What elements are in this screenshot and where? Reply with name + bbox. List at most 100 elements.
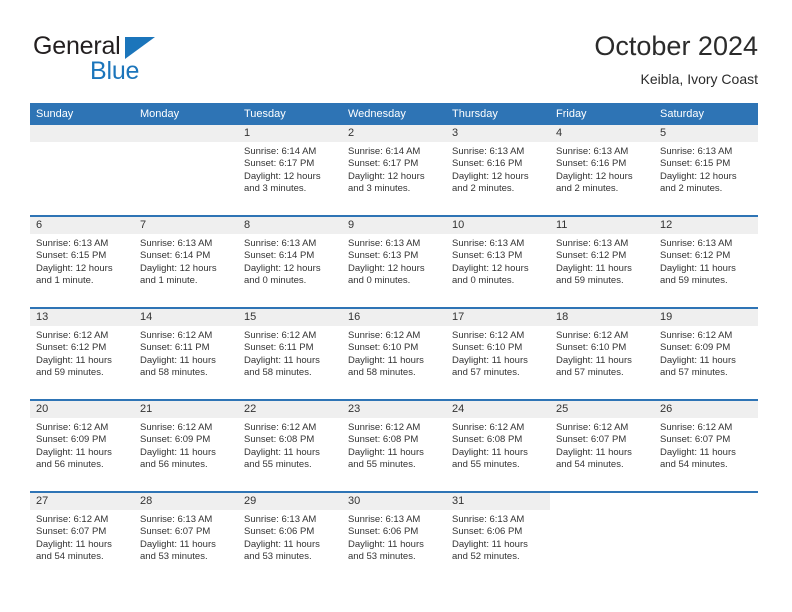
day-cell[interactable]: Sunrise: 6:13 AM Sunset: 6:12 PM Daylight:…	[654, 234, 758, 307]
day-cell[interactable]: Sunrise: 6:13 AM Sunset: 6:13 PM Daylight:…	[446, 234, 550, 307]
day-cell[interactable]: Sunrise: 6:13 AM Sunset: 6:06 PM Daylight:…	[342, 510, 446, 583]
day-number[interactable]: 11	[550, 217, 654, 234]
day-cell[interactable]: Sunrise: 6:12 AM Sunset: 6:12 PM Daylight:…	[30, 326, 134, 399]
day-cell[interactable]: Sunrise: 6:13 AM Sunset: 6:16 PM Daylight:…	[446, 142, 550, 215]
day-number-empty	[654, 493, 758, 510]
day-number[interactable]: 31	[446, 493, 550, 510]
sunset-text: Sunset: 6:10 PM	[556, 342, 627, 354]
day-cell[interactable]: Sunrise: 6:12 AM Sunset: 6:07 PM Daylight:…	[654, 418, 758, 491]
daylight-text: Daylight: 11 hours and 57 minutes.	[556, 354, 632, 379]
day-cell[interactable]: Sunrise: 6:14 AM Sunset: 6:17 PM Daylight:…	[238, 142, 342, 215]
day-number[interactable]: 7	[134, 217, 238, 234]
day-number[interactable]: 27	[30, 493, 134, 510]
sunrise-text: Sunrise: 6:12 AM	[140, 330, 213, 341]
day-cell[interactable]: Sunrise: 6:12 AM Sunset: 6:10 PM Daylight:…	[446, 326, 550, 399]
sunset-text: Sunset: 6:12 PM	[36, 342, 107, 354]
day-number[interactable]: 8	[238, 217, 342, 234]
sunrise-text: Sunrise: 6:12 AM	[36, 422, 109, 433]
daylight-text: Daylight: 11 hours and 59 minutes.	[556, 262, 632, 287]
day-cell[interactable]: Sunrise: 6:13 AM Sunset: 6:13 PM Daylight:…	[342, 234, 446, 307]
weekday-header-saturday: Saturday	[660, 108, 705, 120]
day-number[interactable]: 5	[654, 125, 758, 142]
day-detail-band: Sunrise: 6:13 AM Sunset: 6:15 PM Daylight:…	[30, 234, 758, 307]
daylight-text: Daylight: 11 hours and 55 minutes.	[348, 446, 424, 471]
day-number[interactable]: 15	[238, 309, 342, 326]
day-cell[interactable]: Sunrise: 6:13 AM Sunset: 6:15 PM Daylight:…	[30, 234, 134, 307]
day-number[interactable]: 28	[134, 493, 238, 510]
day-number[interactable]: 6	[30, 217, 134, 234]
sunset-text: Sunset: 6:09 PM	[140, 434, 211, 446]
day-cell[interactable]: Sunrise: 6:12 AM Sunset: 6:08 PM Daylight:…	[446, 418, 550, 491]
day-number-empty	[550, 493, 654, 510]
calendar-week-row: 27 28 29 30 31 Sunrise: 6:12 AM Sunset: 6:07 P…	[30, 491, 758, 583]
sunset-text: Sunset: 6:15 PM	[660, 158, 731, 170]
day-cell[interactable]: Sunrise: 6:13 AM Sunset: 6:06 PM Daylight:…	[238, 510, 342, 583]
weekday-header-monday: Monday	[140, 108, 180, 120]
day-cell[interactable]: Sunrise: 6:12 AM Sunset: 6:09 PM Daylight:…	[30, 418, 134, 491]
day-cell[interactable]: Sunrise: 6:13 AM Sunset: 6:15 PM Daylight:…	[654, 142, 758, 215]
sunset-text: Sunset: 6:08 PM	[452, 434, 523, 446]
day-number[interactable]: 17	[446, 309, 550, 326]
day-cell[interactable]: Sunrise: 6:12 AM Sunset: 6:11 PM Daylight:…	[134, 326, 238, 399]
daylight-text: Daylight: 11 hours and 52 minutes.	[452, 538, 528, 563]
day-number[interactable]: 14	[134, 309, 238, 326]
sunrise-text: Sunrise: 6:12 AM	[348, 422, 421, 433]
sunrise-text: Sunrise: 6:13 AM	[452, 514, 525, 525]
day-number[interactable]: 21	[134, 401, 238, 418]
day-number[interactable]: 3	[446, 125, 550, 142]
day-cell[interactable]: Sunrise: 6:12 AM Sunset: 6:09 PM Daylight:…	[654, 326, 758, 399]
day-cell[interactable]: Sunrise: 6:12 AM Sunset: 6:09 PM Daylight:…	[134, 418, 238, 491]
day-cell[interactable]: Sunrise: 6:13 AM Sunset: 6:07 PM Daylight:…	[134, 510, 238, 583]
general-blue-logo[interactable]: General Blue	[33, 34, 243, 88]
day-number[interactable]: 23	[342, 401, 446, 418]
page-subtitle: Keibla, Ivory Coast	[640, 71, 759, 87]
weekday-header-tuesday: Tuesday	[244, 108, 286, 120]
daylight-text: Daylight: 12 hours and 0 minutes.	[348, 262, 425, 287]
sunrise-text: Sunrise: 6:12 AM	[556, 422, 629, 433]
sunrise-text: Sunrise: 6:12 AM	[36, 330, 109, 341]
day-cell[interactable]: Sunrise: 6:13 AM Sunset: 6:16 PM Daylight:…	[550, 142, 654, 215]
day-number[interactable]: 26	[654, 401, 758, 418]
day-number[interactable]: 12	[654, 217, 758, 234]
day-detail-band: Sunrise: 6:12 AM Sunset: 6:07 PM Daylight:…	[30, 510, 758, 583]
sunset-text: Sunset: 6:09 PM	[36, 434, 107, 446]
day-number[interactable]: 20	[30, 401, 134, 418]
sunset-text: Sunset: 6:06 PM	[244, 526, 315, 538]
day-cell[interactable]: Sunrise: 6:12 AM Sunset: 6:08 PM Daylight:…	[342, 418, 446, 491]
sunrise-text: Sunrise: 6:13 AM	[140, 238, 213, 249]
day-number[interactable]: 4	[550, 125, 654, 142]
day-cell[interactable]: Sunrise: 6:13 AM Sunset: 6:14 PM Daylight:…	[134, 234, 238, 307]
daylight-text: Daylight: 11 hours and 56 minutes.	[140, 446, 216, 471]
day-number[interactable]: 2	[342, 125, 446, 142]
day-number[interactable]: 1	[238, 125, 342, 142]
day-number[interactable]: 25	[550, 401, 654, 418]
day-cell[interactable]: Sunrise: 6:12 AM Sunset: 6:10 PM Daylight:…	[550, 326, 654, 399]
sunset-text: Sunset: 6:16 PM	[452, 158, 523, 170]
day-cell[interactable]: Sunrise: 6:12 AM Sunset: 6:08 PM Daylight:…	[238, 418, 342, 491]
day-cell[interactable]: Sunrise: 6:13 AM Sunset: 6:12 PM Daylight:…	[550, 234, 654, 307]
day-number-empty	[134, 125, 238, 142]
day-cell[interactable]: Sunrise: 6:14 AM Sunset: 6:17 PM Daylight:…	[342, 142, 446, 215]
day-cell[interactable]: Sunrise: 6:13 AM Sunset: 6:06 PM Daylight:…	[446, 510, 550, 583]
day-number[interactable]: 18	[550, 309, 654, 326]
day-cell[interactable]: Sunrise: 6:12 AM Sunset: 6:11 PM Daylight:…	[238, 326, 342, 399]
sunset-text: Sunset: 6:17 PM	[244, 158, 315, 170]
day-cell[interactable]: Sunrise: 6:12 AM Sunset: 6:10 PM Daylight:…	[342, 326, 446, 399]
day-number[interactable]: 30	[342, 493, 446, 510]
sunset-text: Sunset: 6:07 PM	[556, 434, 627, 446]
day-number[interactable]: 24	[446, 401, 550, 418]
day-cell[interactable]: Sunrise: 6:13 AM Sunset: 6:14 PM Daylight:…	[238, 234, 342, 307]
sunrise-text: Sunrise: 6:13 AM	[660, 238, 733, 249]
day-number[interactable]: 16	[342, 309, 446, 326]
day-number[interactable]: 13	[30, 309, 134, 326]
day-cell[interactable]: Sunrise: 6:12 AM Sunset: 6:07 PM Daylight:…	[550, 418, 654, 491]
sunset-text: Sunset: 6:14 PM	[244, 250, 315, 262]
day-cell[interactable]: Sunrise: 6:12 AM Sunset: 6:07 PM Daylight:…	[30, 510, 134, 583]
day-number[interactable]: 29	[238, 493, 342, 510]
weekday-header-thursday: Thursday	[452, 108, 498, 120]
day-number[interactable]: 19	[654, 309, 758, 326]
day-number[interactable]: 9	[342, 217, 446, 234]
sunrise-text: Sunrise: 6:13 AM	[556, 146, 629, 157]
day-number[interactable]: 22	[238, 401, 342, 418]
day-number[interactable]: 10	[446, 217, 550, 234]
